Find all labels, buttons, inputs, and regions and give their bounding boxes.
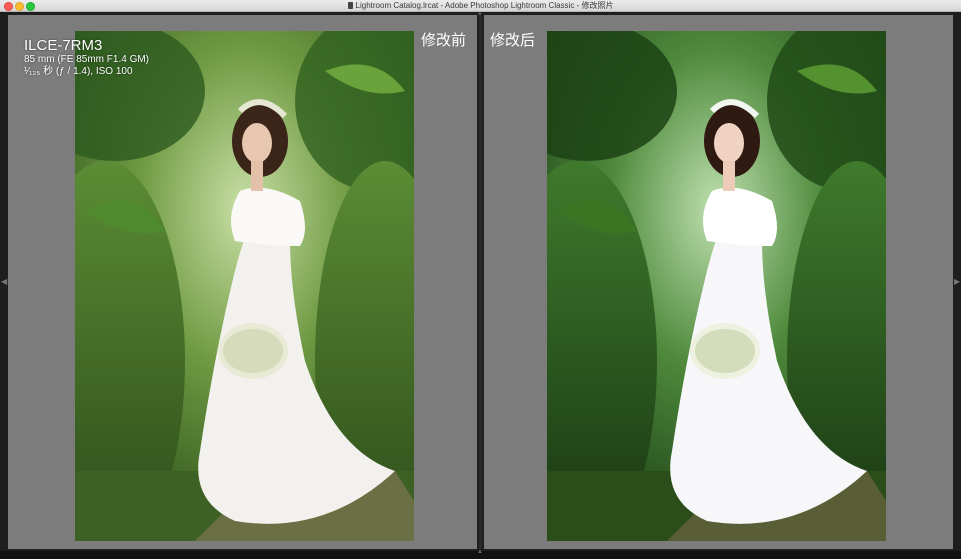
window-title-area: Lightroom Catalog.lrcat - Adobe Photosho… bbox=[0, 0, 961, 11]
document-icon bbox=[347, 2, 353, 9]
lens-info: 85 mm (FE 85mm F1.4 GM) bbox=[24, 54, 150, 65]
after-photo-image bbox=[547, 31, 886, 541]
before-label: 修改前 bbox=[421, 32, 467, 49]
left-panel-toggle-icon[interactable]: ◀ bbox=[1, 278, 7, 286]
after-label: 修改后 bbox=[490, 32, 536, 49]
right-panel-toggle-icon[interactable]: ▶ bbox=[954, 278, 960, 286]
photo-info-overlay: ILCE-7RM3 85 mm (FE 85mm F1.4 GM) ¹⁄₁₂₅ … bbox=[24, 37, 149, 78]
exposure-info: ¹⁄₁₂₅ 秒 (ƒ / 1.4), ISO 100 bbox=[24, 66, 133, 77]
window-title: Lightroom Catalog.lrcat - Adobe Photosho… bbox=[355, 1, 614, 10]
before-photo[interactable] bbox=[75, 31, 414, 541]
compare-divider bbox=[479, 15, 482, 549]
after-photo[interactable] bbox=[547, 31, 886, 541]
camera-model: ILCE-7RM3 bbox=[24, 37, 103, 54]
window-titlebar: Lightroom Catalog.lrcat - Adobe Photosho… bbox=[0, 0, 961, 12]
before-photo-image bbox=[75, 31, 414, 541]
bottom-panel-toggle-icon[interactable]: ▲ bbox=[477, 549, 483, 555]
